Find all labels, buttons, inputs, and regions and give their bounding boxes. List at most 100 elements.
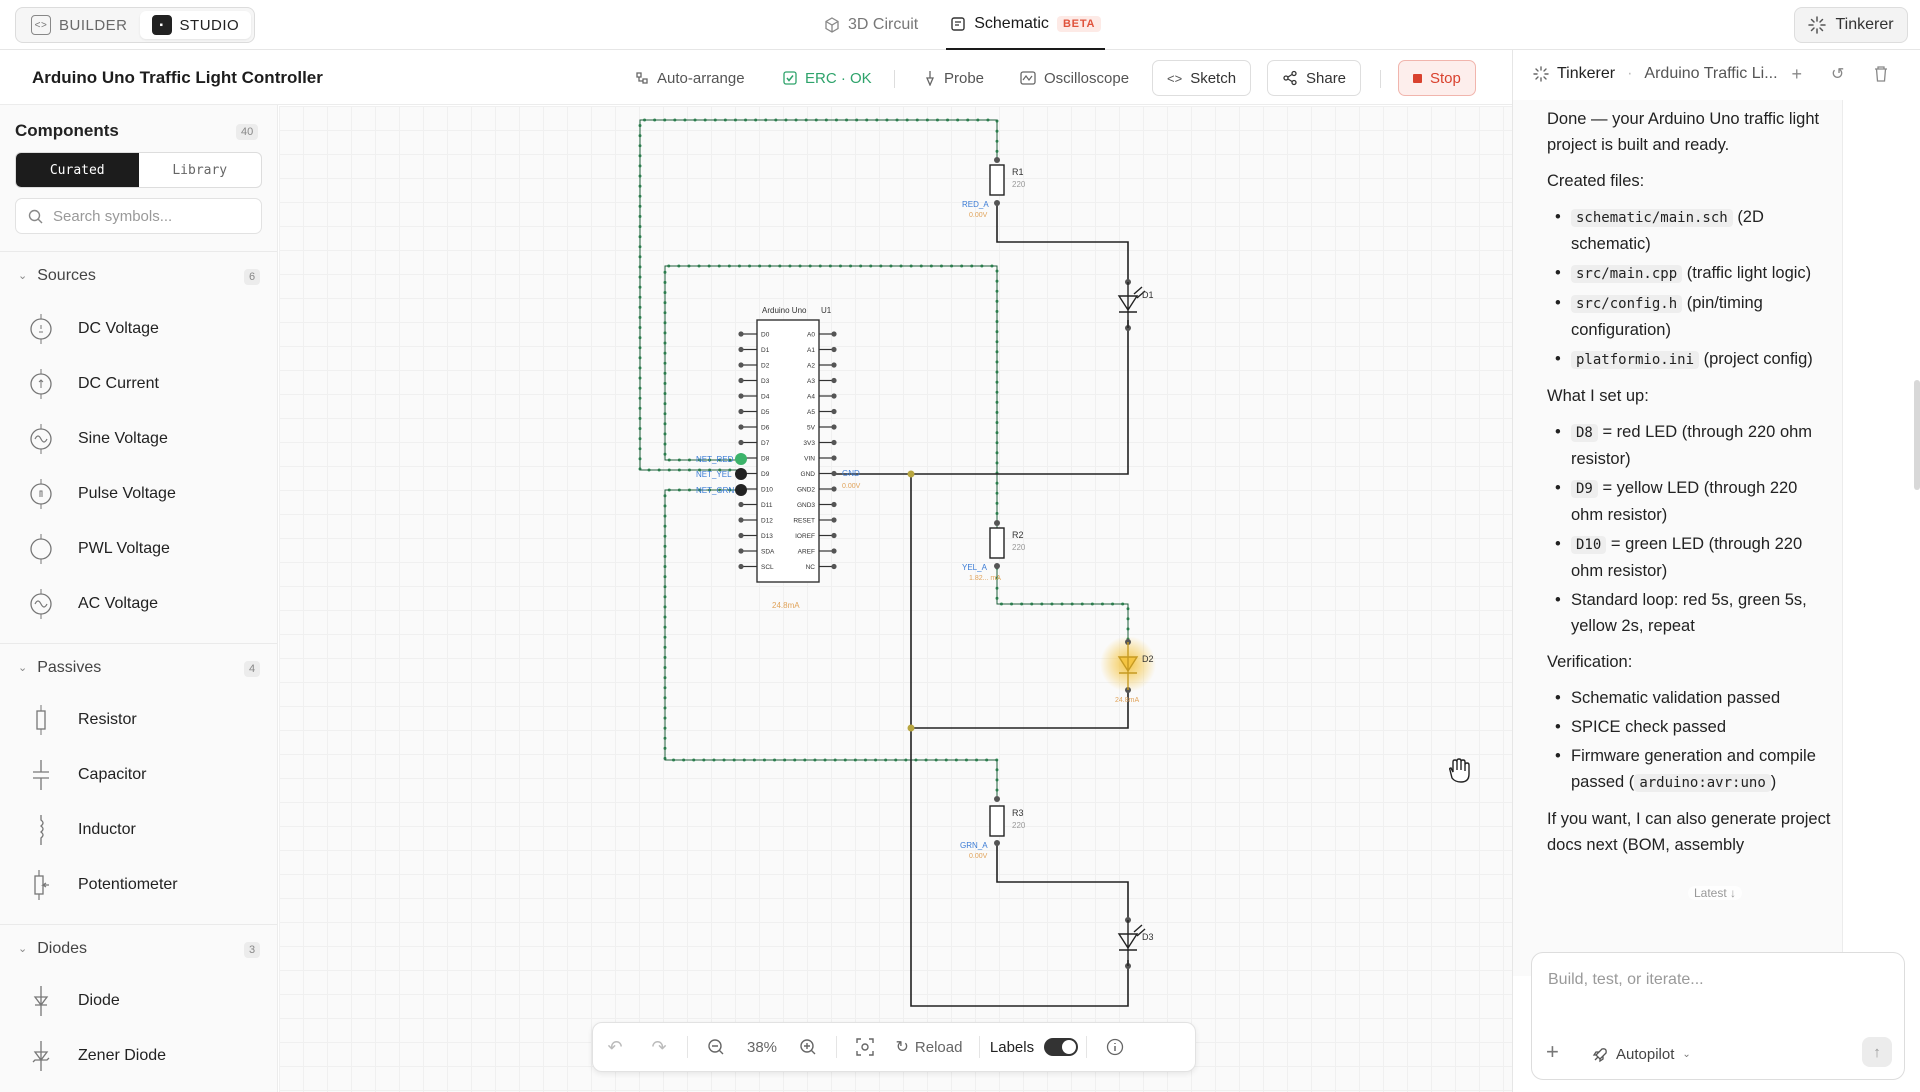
mcu-ref: U1 — [821, 306, 832, 315]
zoom-in-button[interactable] — [786, 1022, 830, 1072]
share-button[interactable]: Share — [1267, 60, 1362, 96]
redo-icon: ↷ — [651, 1036, 667, 1057]
new-thread-icon[interactable]: + — [1792, 64, 1803, 85]
undo-icon: ↶ — [607, 1036, 623, 1057]
list-item: src/config.h (pin/timing configuration) — [1547, 290, 1832, 343]
redo-button[interactable]: ↷ — [637, 1022, 681, 1072]
mcu-pin-label: GND3 — [797, 502, 815, 509]
component-potentiometer[interactable]: Potentiometer — [0, 862, 277, 908]
tab-3d-circuit[interactable]: 3D Circuit — [820, 0, 922, 50]
mcu-pin-label: D7 — [761, 440, 770, 447]
component-dc-current[interactable]: DC Current — [0, 361, 277, 407]
tab-schematic[interactable]: Schematic BETA — [946, 0, 1106, 50]
component-pulse-voltage[interactable]: Pulse Voltage — [0, 471, 277, 517]
thread-title[interactable]: Arduino Traffic Li... — [1644, 65, 1777, 83]
arrow-up-icon: ↑ — [1873, 1043, 1881, 1061]
r2-net: YEL_A — [962, 563, 988, 572]
list-item: D8 = red LED (through 220 ohm resistor) — [1547, 419, 1832, 472]
undo-button[interactable]: ↶ — [593, 1022, 637, 1072]
assistant-panel: Tinkerer · Arduino Traffic Li... + ↺ Don… — [1512, 50, 1920, 1092]
project-title: Arduino Uno Traffic Light Controller — [32, 68, 323, 87]
studio-mode-button[interactable]: ▪ STUDIO — [139, 11, 252, 39]
component-dc-voltage[interactable]: DC Voltage — [0, 306, 277, 352]
auto-arrange-button[interactable]: Auto-arrange — [635, 60, 745, 96]
pin-desc: = yellow LED (through 220 ohm resistor) — [1571, 479, 1798, 524]
setup-heading: What I set up: — [1547, 387, 1649, 405]
verify-list: Schematic validation passed SPICE check … — [1547, 685, 1832, 796]
component-label: AC Voltage — [78, 595, 159, 612]
capacitor-icon — [28, 760, 54, 790]
mcu-pin-dot — [738, 331, 744, 337]
assistant-name: Tinkerer — [1557, 65, 1616, 82]
mcu-pin-dot — [738, 377, 744, 384]
component-label: PWL Voltage — [78, 540, 170, 557]
net-label-yellow: NET_YEL — [696, 470, 732, 479]
symbol-search-input[interactable]: Search symbols... — [15, 198, 262, 234]
chat-composer: Build, test, or iterate... + Autopilot ⌄… — [1531, 952, 1905, 1080]
section-sources[interactable]: ⌄ Sources — [0, 251, 277, 299]
file-desc: (project config) — [1703, 350, 1813, 368]
schematic-canvas[interactable]: Arduino Uno U1 24.8mA D0 D1 D2 D3 D4 D5 D6 D7 D8… — [279, 106, 1512, 1092]
section-passives[interactable]: ⌄ Passives — [0, 643, 277, 691]
labels-toggle[interactable]: Labels — [988, 1022, 1080, 1072]
component-ac-voltage[interactable]: AC Voltage — [0, 581, 277, 627]
probe-button[interactable]: Probe — [924, 60, 984, 96]
oscilloscope-icon — [1020, 71, 1036, 85]
component-inductor[interactable]: Inductor — [0, 807, 277, 853]
sketch-button[interactable]: <> Sketch — [1152, 60, 1252, 96]
component-sine-voltage[interactable]: Sine Voltage — [0, 416, 277, 462]
component-diode[interactable]: Diode — [0, 978, 277, 1024]
pin-code: D9 — [1571, 480, 1598, 498]
resistor-icon — [28, 705, 54, 735]
erc-status[interactable]: ERC · OK — [783, 60, 872, 96]
component-label: Zener Diode — [78, 1047, 167, 1064]
component-capacitor[interactable]: Capacitor — [0, 752, 277, 798]
component-resistor[interactable]: Resistor — [0, 697, 277, 743]
mcu-pin-dot — [831, 408, 837, 415]
auto-arrange-label: Auto-arrange — [657, 69, 745, 87]
builder-mode-button[interactable]: <> BUILDER — [19, 11, 140, 39]
oscilloscope-button[interactable]: Oscilloscope — [1020, 60, 1129, 96]
history-icon[interactable]: ↺ — [1831, 64, 1844, 84]
assistant-header: Tinkerer · Arduino Traffic Li... + ↺ — [1513, 50, 1920, 98]
divider — [687, 1036, 688, 1058]
send-button[interactable]: ↑ — [1862, 1037, 1892, 1067]
sparkle-icon — [1808, 16, 1827, 34]
tinkerer-button[interactable]: Tinkerer — [1794, 7, 1908, 43]
latest-pill[interactable]: Latest ↓ — [1688, 886, 1743, 900]
stop-button[interactable]: Stop — [1398, 60, 1476, 96]
reload-button[interactable]: ↻ Reload — [887, 1022, 971, 1072]
fit-view-button[interactable] — [843, 1022, 887, 1072]
component-label: DC Current — [78, 375, 159, 392]
component-pwl-voltage[interactable]: PWL Voltage — [0, 526, 277, 572]
list-item: D9 = yellow LED (through 220 ohm resisto… — [1547, 475, 1832, 528]
component-zener-diode[interactable]: Zener Diode — [0, 1033, 277, 1079]
mcu-pin-dot — [831, 501, 837, 508]
mcu-pin-dot — [738, 408, 744, 415]
r3-ref: R3 — [1012, 808, 1024, 818]
sparkle-icon — [1533, 66, 1549, 82]
trash-icon[interactable] — [1874, 66, 1888, 82]
sine-voltage-icon — [28, 424, 54, 454]
autopilot-dropdown[interactable]: Autopilot ⌄ — [1592, 1046, 1691, 1063]
tab-curated[interactable]: Curated — [16, 153, 139, 187]
mcu-pin-dot — [738, 439, 744, 446]
attach-plus-icon[interactable]: + — [1546, 1039, 1559, 1065]
component-label: Resistor — [78, 711, 137, 728]
section-diodes[interactable]: ⌄ Diodes — [0, 924, 277, 972]
info-button[interactable] — [1093, 1022, 1137, 1072]
mcu-pin-dot — [831, 532, 837, 539]
composer-input[interactable]: Build, test, or iterate... — [1548, 971, 1704, 989]
tab-library[interactable]: Library — [139, 153, 262, 187]
pwl-voltage-icon — [28, 534, 54, 564]
r2-ref: R2 — [1012, 530, 1024, 540]
labels-label: Labels — [989, 1038, 1035, 1056]
chat-scrollbar[interactable] — [1914, 380, 1920, 490]
probe-label: Probe — [944, 69, 985, 87]
top-bar: <> BUILDER ▪ STUDIO 3D Circuit Schematic… — [0, 0, 1920, 50]
net-label-green: NET_GRN — [696, 486, 734, 495]
led-d3: D3 — [1117, 917, 1154, 969]
mcu-pin-label: D8 — [761, 456, 770, 463]
zoom-out-button[interactable] — [694, 1022, 738, 1072]
toggle-switch — [1044, 1038, 1079, 1056]
